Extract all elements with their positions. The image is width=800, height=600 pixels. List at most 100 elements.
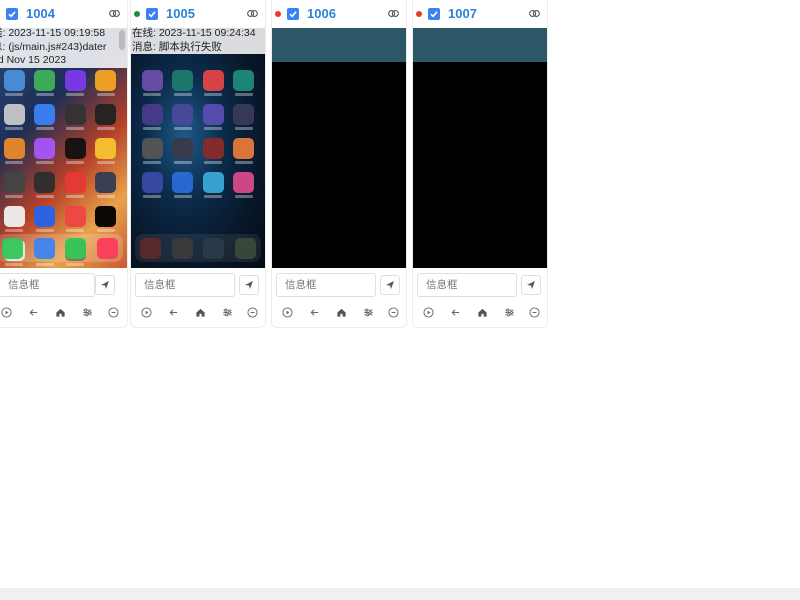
screen-status-bar: [272, 28, 406, 62]
select-checkbox[interactable]: [146, 8, 158, 20]
app-icon: [64, 206, 86, 227]
check-icon: [430, 11, 438, 18]
app-icon: [202, 70, 224, 91]
settings-button[interactable]: [362, 306, 374, 318]
device-screen[interactable]: [272, 28, 406, 268]
device-id[interactable]: 1007: [448, 6, 477, 22]
home-icon: [55, 308, 65, 317]
app-icon: [95, 206, 117, 227]
app-icon: [172, 104, 194, 125]
app-icon: [64, 104, 86, 125]
settings-button[interactable]: [81, 306, 93, 318]
app-icon: [34, 70, 56, 91]
message-row: [276, 273, 402, 297]
play-button[interactable]: [422, 306, 434, 318]
app-icon: [95, 172, 117, 193]
device-id[interactable]: 1005: [166, 6, 195, 22]
device-id[interactable]: 1004: [26, 6, 55, 22]
app-icon: [140, 237, 162, 259]
app-icon: [203, 237, 225, 259]
send-button[interactable]: [95, 275, 115, 295]
back-button[interactable]: [449, 306, 461, 318]
home-button[interactable]: [194, 306, 206, 318]
app-icon: [172, 70, 194, 91]
status-dot: [275, 11, 281, 17]
app-icon: [234, 237, 256, 259]
message-input[interactable]: [276, 273, 376, 297]
app-icon: [233, 70, 255, 91]
message-input[interactable]: [417, 273, 517, 297]
device-screen[interactable]: [131, 28, 265, 268]
app-icon: [2, 237, 24, 259]
screen-status-bar: [413, 28, 547, 62]
app-icon: [141, 138, 163, 159]
control-bar: [131, 305, 265, 321]
app-icon: [3, 104, 25, 125]
settings-button[interactable]: [221, 306, 233, 318]
card-header: 1004: [0, 0, 127, 28]
message-row: [135, 273, 261, 297]
app-icon: [202, 138, 224, 159]
check-icon: [148, 11, 156, 18]
app-icon: [202, 104, 224, 125]
close-button[interactable]: [528, 306, 540, 318]
info-line: 息: (js/main.js#243)dater: [0, 40, 127, 54]
message-input[interactable]: [0, 273, 95, 297]
check-icon: [289, 11, 297, 18]
sliders-icon: [504, 308, 514, 316]
device-id[interactable]: 1006: [307, 6, 336, 22]
link-icon[interactable]: [387, 7, 400, 20]
close-button[interactable]: [246, 306, 258, 318]
back-arrow-icon: [169, 308, 177, 316]
play-circle-icon: [281, 306, 293, 318]
app-icon: [172, 172, 194, 193]
app-dock: [0, 234, 123, 262]
app-icon: [33, 237, 55, 259]
settings-button[interactable]: [503, 306, 515, 318]
back-button[interactable]: [167, 306, 179, 318]
back-button[interactable]: [308, 306, 320, 318]
message-row: [0, 273, 123, 297]
play-circle-icon: [140, 306, 152, 318]
device-screen[interactable]: [413, 28, 547, 268]
home-icon: [336, 308, 346, 317]
send-icon: [386, 281, 394, 289]
send-button[interactable]: [521, 275, 541, 295]
app-icon: [233, 172, 255, 193]
close-circle-icon: [107, 306, 119, 318]
control-bar: [413, 305, 547, 321]
message-input[interactable]: [135, 273, 235, 297]
back-button[interactable]: [27, 306, 39, 318]
link-icon[interactable]: [246, 7, 259, 20]
home-icon: [477, 308, 487, 317]
send-button[interactable]: [380, 275, 400, 295]
select-checkbox[interactable]: [6, 8, 18, 20]
play-circle-icon: [422, 306, 434, 318]
info-scrollbar[interactable]: [119, 30, 125, 50]
select-checkbox[interactable]: [287, 8, 299, 20]
close-circle-icon: [528, 306, 540, 318]
app-icon: [141, 172, 163, 193]
close-button[interactable]: [107, 306, 119, 318]
check-icon: [8, 11, 16, 18]
device-card-1006: 1006: [271, 0, 407, 328]
play-button[interactable]: [0, 306, 12, 318]
play-button[interactable]: [281, 306, 293, 318]
device-card-1004: 1004 线: 2023-11-15 09:19:58 息: (js/main.…: [0, 0, 128, 328]
app-icon: [65, 237, 87, 259]
status-dot: [416, 11, 422, 17]
back-arrow-icon: [451, 308, 459, 316]
home-button[interactable]: [54, 306, 66, 318]
close-button[interactable]: [387, 306, 399, 318]
play-button[interactable]: [140, 306, 152, 318]
select-checkbox[interactable]: [428, 8, 440, 20]
app-icon: [3, 138, 25, 159]
home-button[interactable]: [335, 306, 347, 318]
link-icon[interactable]: [108, 7, 121, 20]
app-icon: [34, 172, 56, 193]
home-button[interactable]: [476, 306, 488, 318]
send-button[interactable]: [239, 275, 259, 295]
link-icon[interactable]: [528, 7, 541, 20]
close-circle-icon: [387, 306, 399, 318]
app-icon: [95, 70, 117, 91]
